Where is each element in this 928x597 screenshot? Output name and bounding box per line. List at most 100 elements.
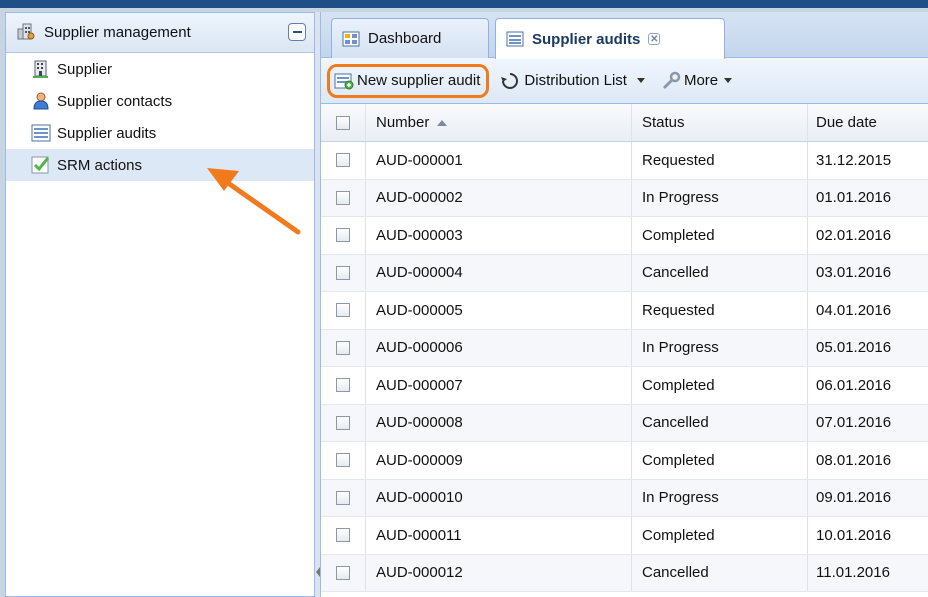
collapse-icon[interactable]	[288, 23, 306, 41]
row-checkbox[interactable]	[336, 228, 350, 243]
cell-number: AUD-000009	[366, 442, 632, 479]
row-checkbox-cell[interactable]	[321, 254, 366, 291]
row-checkbox-cell[interactable]	[321, 517, 366, 554]
row-checkbox-cell[interactable]	[321, 292, 366, 329]
cell-due-date: 11.01.2016	[816, 564, 890, 582]
building-icon	[31, 59, 51, 79]
table-row[interactable]: AUD-000004 Cancelled 03.01.2016	[321, 254, 928, 292]
refresh-icon	[499, 71, 521, 91]
cell-number: AUD-000001	[366, 142, 632, 179]
sidebar-item-supplier[interactable]: Supplier	[6, 53, 314, 85]
table-row[interactable]: AUD-000002 In Progress 01.01.2016	[321, 179, 928, 217]
tab-strip: Dashboard Supplier audits ✕	[321, 12, 928, 59]
distribution-list-label: Distribution List	[524, 72, 627, 89]
sidebar-item-supplier-contacts[interactable]: Supplier contacts	[6, 85, 314, 117]
close-icon[interactable]: ✕	[648, 33, 661, 45]
cell-number: AUD-000006	[366, 329, 632, 366]
row-checkbox[interactable]	[336, 265, 350, 280]
row-checkbox[interactable]	[336, 565, 350, 580]
cell-due-date: 02.01.2016	[816, 226, 892, 244]
list-icon	[506, 31, 524, 47]
row-checkbox[interactable]	[336, 153, 350, 168]
table-row[interactable]: AUD-000009 Completed 08.01.2016	[321, 442, 928, 480]
row-checkbox-cell[interactable]	[321, 179, 366, 216]
row-checkbox-cell[interactable]	[321, 554, 366, 591]
cell-status: Completed	[632, 217, 808, 254]
cell-due-date: 06.01.2016	[816, 376, 892, 394]
row-checkbox-cell[interactable]	[321, 442, 366, 479]
row-checkbox-cell[interactable]	[321, 479, 366, 516]
sidebar-item-srm-actions[interactable]: SRM actions	[6, 149, 314, 181]
sidebar-item-label: Supplier contacts	[57, 92, 173, 110]
cell-number: AUD-000012	[366, 554, 632, 591]
more-button[interactable]: More	[657, 64, 736, 98]
row-checkbox[interactable]	[336, 378, 350, 393]
row-checkbox[interactable]	[336, 303, 350, 318]
cell-status: Completed	[632, 367, 808, 404]
row-checkbox-cell[interactable]	[321, 142, 366, 179]
select-all-checkbox[interactable]	[336, 115, 350, 130]
row-checkbox[interactable]	[336, 453, 350, 468]
chevron-down-icon	[724, 78, 733, 83]
person-icon	[31, 91, 51, 111]
row-checkbox[interactable]	[336, 340, 350, 355]
new-supplier-audit-button[interactable]: New supplier audit	[327, 63, 490, 98]
table-row[interactable]: AUD-000012 Cancelled 11.01.2016	[321, 554, 928, 592]
cell-due-date: 31.12.2015	[816, 151, 892, 169]
row-checkbox[interactable]	[336, 190, 350, 205]
table-row[interactable]: AUD-000010 In Progress 09.01.2016	[321, 479, 928, 517]
row-checkbox-cell[interactable]	[321, 404, 366, 441]
sidebar-header[interactable]: Supplier management	[6, 13, 314, 53]
column-header-status[interactable]: Status	[632, 104, 808, 141]
column-header-number[interactable]: Number	[366, 104, 632, 141]
tab-dashboard[interactable]: Dashboard	[331, 18, 489, 58]
table-row[interactable]: AUD-000001 Requested 31.12.2015	[321, 142, 928, 180]
cell-due-date: 05.01.2016	[816, 339, 892, 357]
table-row[interactable]: AUD-000005 Requested 04.01.2016	[321, 292, 928, 330]
select-all-checkbox-cell[interactable]	[321, 104, 366, 141]
checkmark-icon	[31, 155, 51, 175]
sidebar-title: Supplier management	[44, 24, 191, 41]
table-row[interactable]: AUD-000011 Completed 10.01.2016	[321, 517, 928, 555]
list-icon	[31, 124, 51, 142]
row-checkbox[interactable]	[336, 528, 350, 543]
column-header-due-date[interactable]: Due date	[808, 104, 928, 141]
table-row[interactable]: AUD-000003 Completed 02.01.2016	[321, 217, 928, 255]
cell-number: AUD-000002	[366, 179, 632, 216]
new-supplier-audit-label: New supplier audit	[357, 72, 481, 89]
tab-supplier-audits[interactable]: Supplier audits ✕	[495, 18, 725, 59]
cell-due-date: 04.01.2016	[816, 301, 892, 319]
cell-status: In Progress	[632, 329, 808, 366]
cell-status: Completed	[632, 517, 808, 554]
sidebar-tree: Supplier Supplier contacts Supplier audi…	[6, 53, 314, 181]
cell-status: Cancelled	[632, 404, 808, 441]
row-checkbox-cell[interactable]	[321, 217, 366, 254]
sidebar-item-label: SRM actions	[57, 156, 143, 174]
cell-due-date: 08.01.2016	[816, 451, 892, 469]
row-checkbox[interactable]	[336, 490, 350, 505]
table-row[interactable]: AUD-000008 Cancelled 07.01.2016	[321, 404, 928, 442]
row-checkbox-cell[interactable]	[321, 367, 366, 404]
cell-status: In Progress	[632, 479, 808, 516]
sidebar-item-supplier-audits[interactable]: Supplier audits	[6, 117, 314, 149]
cell-status: In Progress	[632, 179, 808, 216]
distribution-list-button[interactable]: Distribution List	[495, 64, 649, 98]
tab-label: Dashboard	[368, 30, 442, 47]
app-top-bar	[0, 0, 928, 8]
table-row[interactable]: AUD-000007 Completed 06.01.2016	[321, 367, 928, 405]
collapse-arrow-icon[interactable]	[316, 567, 320, 577]
sidebar-item-label: Supplier	[57, 60, 113, 78]
row-checkbox[interactable]	[336, 415, 350, 430]
cell-status: Completed	[632, 442, 808, 479]
cell-number: AUD-000003	[366, 217, 632, 254]
cell-status: Requested	[632, 142, 808, 179]
cell-number: AUD-000007	[366, 367, 632, 404]
cell-due-date: 10.01.2016	[816, 526, 892, 544]
table-row[interactable]: AUD-000006 In Progress 05.01.2016	[321, 329, 928, 367]
cell-status: Requested	[632, 292, 808, 329]
cell-due-date: 03.01.2016	[816, 264, 892, 282]
row-checkbox-cell[interactable]	[321, 329, 366, 366]
cell-due-date: 01.01.2016	[816, 189, 892, 207]
cell-status: Cancelled	[632, 554, 808, 591]
cell-number: AUD-000010	[366, 479, 632, 516]
